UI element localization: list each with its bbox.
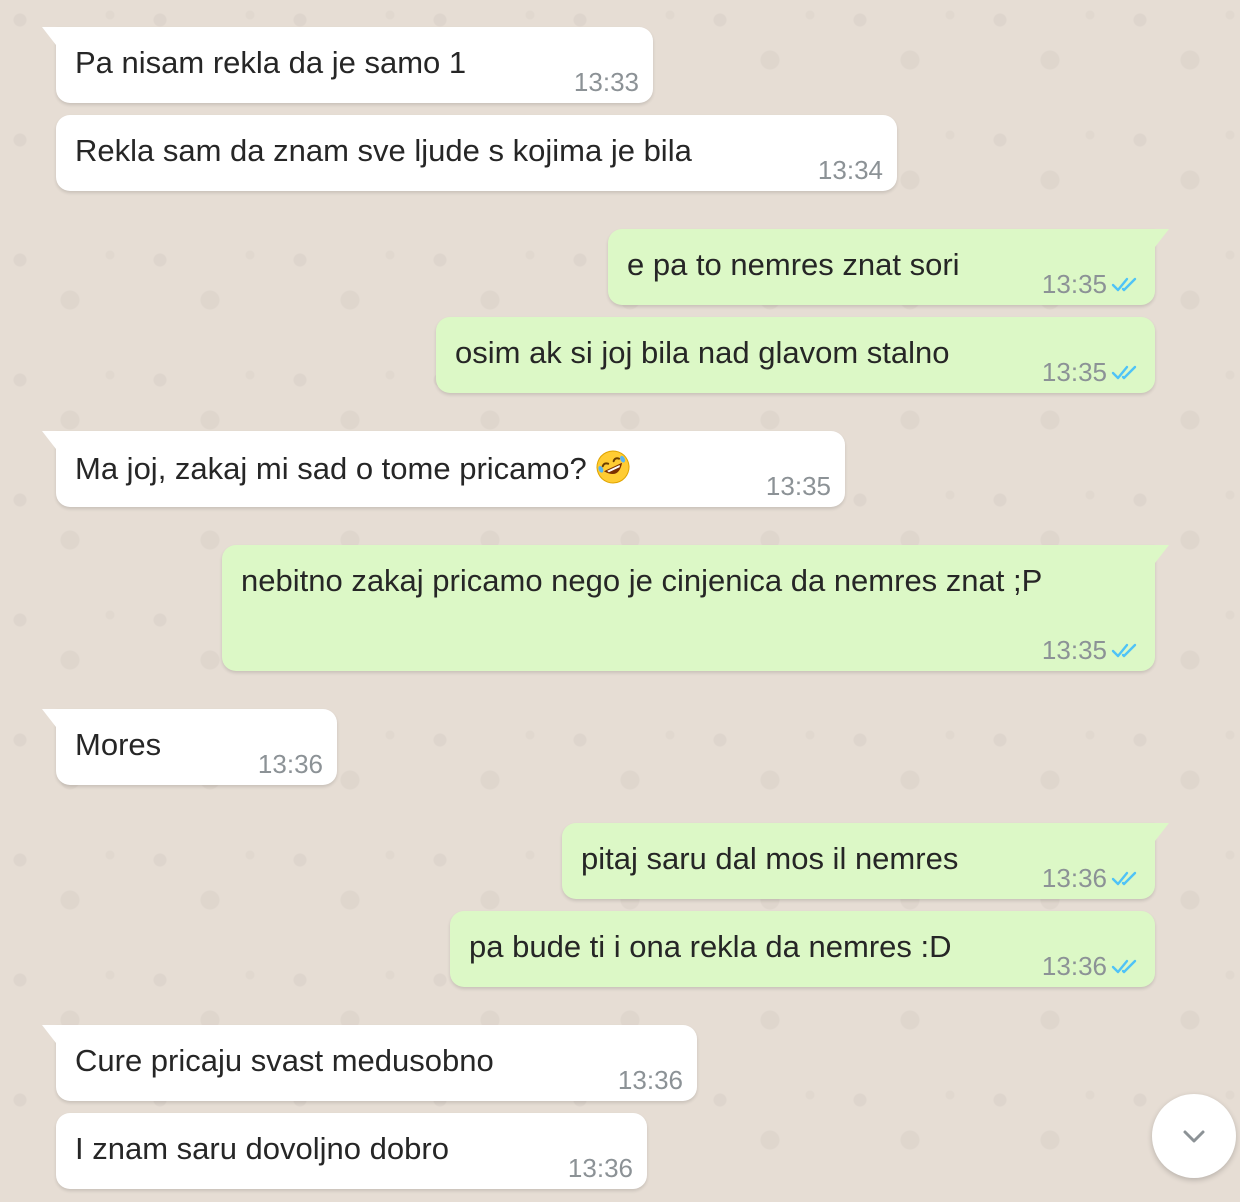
message-meta: 13:35 xyxy=(1042,635,1141,665)
message-time: 13:35 xyxy=(1041,269,1107,299)
message-time: 13:35 xyxy=(1041,357,1107,387)
read-double-check-icon xyxy=(1111,871,1137,886)
message-meta: 13:35 xyxy=(766,471,831,501)
message-text: Pa nisam rekla da je samo 1 xyxy=(75,45,467,80)
message-meta: 13:33 xyxy=(574,67,639,97)
message-outgoing[interactable]: nebitno zakaj pricamo nego je cinjenica … xyxy=(222,545,1169,671)
message-meta: 13:36 xyxy=(1042,863,1141,893)
read-double-check-icon xyxy=(1111,365,1137,380)
message-incoming[interactable]: I znam saru dovoljno dobro 13:36 xyxy=(56,1113,647,1189)
message-meta: 13:35 xyxy=(1042,269,1141,299)
message-meta: 13:36 xyxy=(568,1153,633,1183)
message-text: Ma joj, zakaj mi sad o tome pricamo? xyxy=(75,449,631,487)
read-double-check-icon xyxy=(1111,643,1137,658)
message-outgoing[interactable]: osim ak si joj bila nad glavom stalno 13… xyxy=(436,317,1155,393)
message-incoming[interactable]: Rekla sam da znam sve ljude s kojima je … xyxy=(56,115,897,191)
message-time: 13:33 xyxy=(573,67,639,97)
message-text: Mores xyxy=(75,727,162,762)
message-time: 13:35 xyxy=(765,471,831,501)
message-meta: 13:34 xyxy=(818,155,883,185)
message-time: 13:35 xyxy=(1041,635,1107,665)
message-text-content: Ma joj, zakaj mi sad o tome pricamo? xyxy=(75,451,587,486)
message-text: I znam saru dovoljno dobro xyxy=(75,1131,449,1166)
message-text: Cure pricaju svast medusobno xyxy=(75,1043,494,1078)
message-meta: 13:36 xyxy=(1042,951,1141,981)
message-time: 13:36 xyxy=(1041,863,1107,893)
message-incoming[interactable]: Cure pricaju svast medusobno 13:36 xyxy=(42,1025,697,1101)
rolling-on-floor-laughing-emoji-icon xyxy=(596,450,630,484)
message-time: 13:36 xyxy=(1041,951,1107,981)
message-text: pitaj saru dal mos il nemres xyxy=(581,841,959,876)
message-outgoing[interactable]: e pa to nemres znat sori 13:35 xyxy=(608,229,1169,305)
message-time: 13:36 xyxy=(617,1065,683,1095)
message-text: Rekla sam da znam sve ljude s kojima je … xyxy=(75,133,692,168)
message-meta: 13:36 xyxy=(258,749,323,779)
scroll-to-bottom-button[interactable] xyxy=(1152,1094,1236,1178)
message-meta: 13:36 xyxy=(618,1065,683,1095)
message-meta: 13:35 xyxy=(1042,357,1141,387)
read-double-check-icon xyxy=(1111,959,1137,974)
message-outgoing[interactable]: pitaj saru dal mos il nemres 13:36 xyxy=(562,823,1169,899)
message-text: osim ak si joj bila nad glavom stalno xyxy=(455,335,950,370)
message-incoming[interactable]: Ma joj, zakaj mi sad o tome pricamo? 13:… xyxy=(42,431,845,507)
message-incoming[interactable]: Pa nisam rekla da je samo 1 13:33 xyxy=(42,27,653,103)
message-time: 13:36 xyxy=(567,1153,633,1183)
message-text: e pa to nemres znat sori xyxy=(627,247,960,282)
message-outgoing[interactable]: pa bude ti i ona rekla da nemres :D 13:3… xyxy=(450,911,1155,987)
message-text: pa bude ti i ona rekla da nemres :D xyxy=(469,929,952,964)
read-double-check-icon xyxy=(1111,277,1137,292)
message-time: 13:36 xyxy=(257,749,323,779)
message-text: nebitno zakaj pricamo nego je cinjenica … xyxy=(241,563,1043,598)
chevron-down-icon xyxy=(1183,1130,1205,1143)
message-time: 13:34 xyxy=(817,155,883,185)
message-incoming[interactable]: Mores 13:36 xyxy=(42,709,337,785)
